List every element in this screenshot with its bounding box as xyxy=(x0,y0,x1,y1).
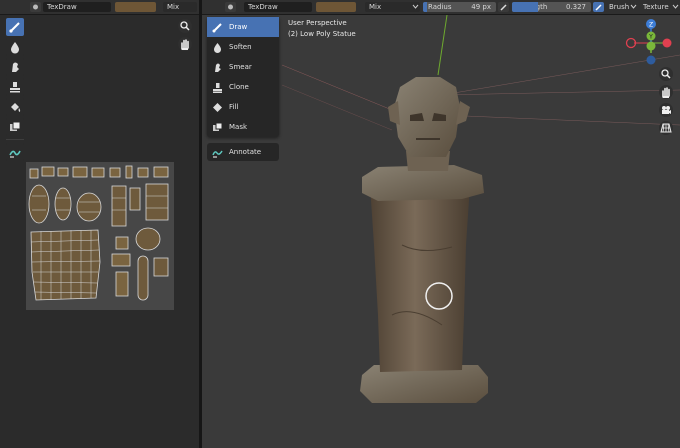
3d-viewport[interactable]: User Perspective (2) Low Poly Statue Dra… xyxy=(202,15,680,448)
soften-tool-button[interactable] xyxy=(6,38,24,56)
smear-icon xyxy=(12,62,19,72)
zoom-icon xyxy=(661,69,671,79)
clone-stamp-icon xyxy=(213,83,222,93)
menu-item-label: Clone xyxy=(229,83,249,91)
brush-preview-icon[interactable] xyxy=(225,2,236,12)
y-axis-label: Y xyxy=(648,34,653,41)
uv-editor-header: TexDraw Mix xyxy=(0,0,199,15)
mask-tool-button[interactable] xyxy=(6,118,24,136)
menu-item-fill[interactable]: Fill xyxy=(207,97,279,117)
menu-item-label: Mask xyxy=(229,123,248,131)
radius-value: 49 px xyxy=(471,3,491,11)
primary-color-swatch[interactable] xyxy=(115,2,156,12)
brush-menu-chevron-icon xyxy=(630,4,637,12)
annotate-icon xyxy=(9,150,21,158)
brush-preview-icon[interactable] xyxy=(30,2,41,12)
mask-icon xyxy=(213,122,223,131)
brush-menu[interactable]: Brush xyxy=(609,2,629,12)
uv-layout-graphic xyxy=(28,165,169,301)
uv-texture-image[interactable] xyxy=(26,162,174,310)
draw-tool-button[interactable] xyxy=(6,18,24,36)
menu-item-label: Soften xyxy=(229,43,252,51)
menu-item-label: Annotate xyxy=(229,148,262,156)
menu-item-label: Smear xyxy=(229,63,252,71)
annotate-tool-button[interactable] xyxy=(6,143,24,161)
viewport-header: TexDraw Mix Radius 49 px Strength 0.327 … xyxy=(202,0,680,15)
camera-view-button[interactable] xyxy=(659,103,673,117)
annotate-icon xyxy=(212,150,223,158)
menu-item-clone[interactable]: Clone xyxy=(207,77,279,97)
neg-y-axis-handle xyxy=(646,41,656,51)
fill-tool-button[interactable] xyxy=(6,98,24,116)
mask-icon xyxy=(10,121,21,131)
pen-pressure-icon xyxy=(500,4,507,11)
brush-name-field[interactable]: TexDraw xyxy=(43,2,111,12)
uv-pan-button[interactable] xyxy=(178,37,192,51)
perspective-toggle-button[interactable] xyxy=(659,121,673,135)
menu-item-label: Draw xyxy=(229,23,248,31)
viewport-brush-name-field[interactable]: TexDraw xyxy=(244,2,312,12)
texture-menu[interactable]: Texture xyxy=(643,2,669,12)
menu-item-mask[interactable]: Mask xyxy=(207,117,279,137)
toolbar-separator xyxy=(6,139,24,140)
menu-item-label: Fill xyxy=(229,103,239,111)
camera-icon xyxy=(662,106,671,114)
soften-icon xyxy=(11,42,19,54)
uv-zoom-button[interactable] xyxy=(178,19,192,33)
strength-slider-fill xyxy=(512,2,538,12)
smear-icon xyxy=(215,63,221,72)
draw-brush-icon xyxy=(212,23,222,33)
blend-dropdown-chevron-icon xyxy=(412,4,419,12)
soften-icon xyxy=(214,43,221,53)
radius-slider-fill xyxy=(423,2,427,12)
neg-z-axis-handle xyxy=(646,55,656,65)
blend-mode-dropdown[interactable]: Mix xyxy=(163,2,197,12)
viewport-primary-color-swatch[interactable] xyxy=(316,2,356,12)
texture-menu-chevron-icon xyxy=(672,4,679,12)
x-axis-handle xyxy=(662,38,672,48)
clone-stamp-icon xyxy=(10,82,20,93)
menu-item-soften[interactable]: Soften xyxy=(207,37,279,57)
grid-perspective-icon xyxy=(660,123,672,133)
pen-pressure-icon xyxy=(595,4,602,11)
radius-slider[interactable]: Radius 49 px xyxy=(423,2,496,12)
menu-item-smear[interactable]: Smear xyxy=(207,57,279,77)
clone-tool-button[interactable] xyxy=(6,78,24,96)
radius-pressure-toggle[interactable] xyxy=(498,2,509,12)
hand-pan-icon xyxy=(181,39,189,50)
strength-pressure-toggle[interactable] xyxy=(593,2,604,12)
z-axis-label: Z xyxy=(649,22,653,29)
fill-bucket-icon xyxy=(213,103,222,112)
viewport-object-label: (2) Low Poly Statue xyxy=(288,30,356,38)
menu-item-draw[interactable]: Draw xyxy=(207,17,279,37)
radius-label: Radius xyxy=(428,3,452,11)
smear-tool-button[interactable] xyxy=(6,58,24,76)
draw-brush-icon xyxy=(9,22,20,33)
fill-bucket-icon xyxy=(11,103,21,112)
viewport-pan-button[interactable] xyxy=(659,85,673,99)
viewport-perspective-label: User Perspective xyxy=(288,19,347,27)
uv-image-editor[interactable] xyxy=(0,15,199,448)
hand-pan-icon xyxy=(662,87,670,98)
zoom-icon xyxy=(180,21,190,31)
strength-value: 0.327 xyxy=(565,3,586,11)
tool-menu: Draw Soften Smear Clone Fill Mask xyxy=(207,17,279,137)
menu-item-annotate[interactable]: Annotate xyxy=(207,143,279,161)
annotate-menu: Annotate xyxy=(207,143,279,161)
viewport-zoom-button[interactable] xyxy=(659,67,673,81)
